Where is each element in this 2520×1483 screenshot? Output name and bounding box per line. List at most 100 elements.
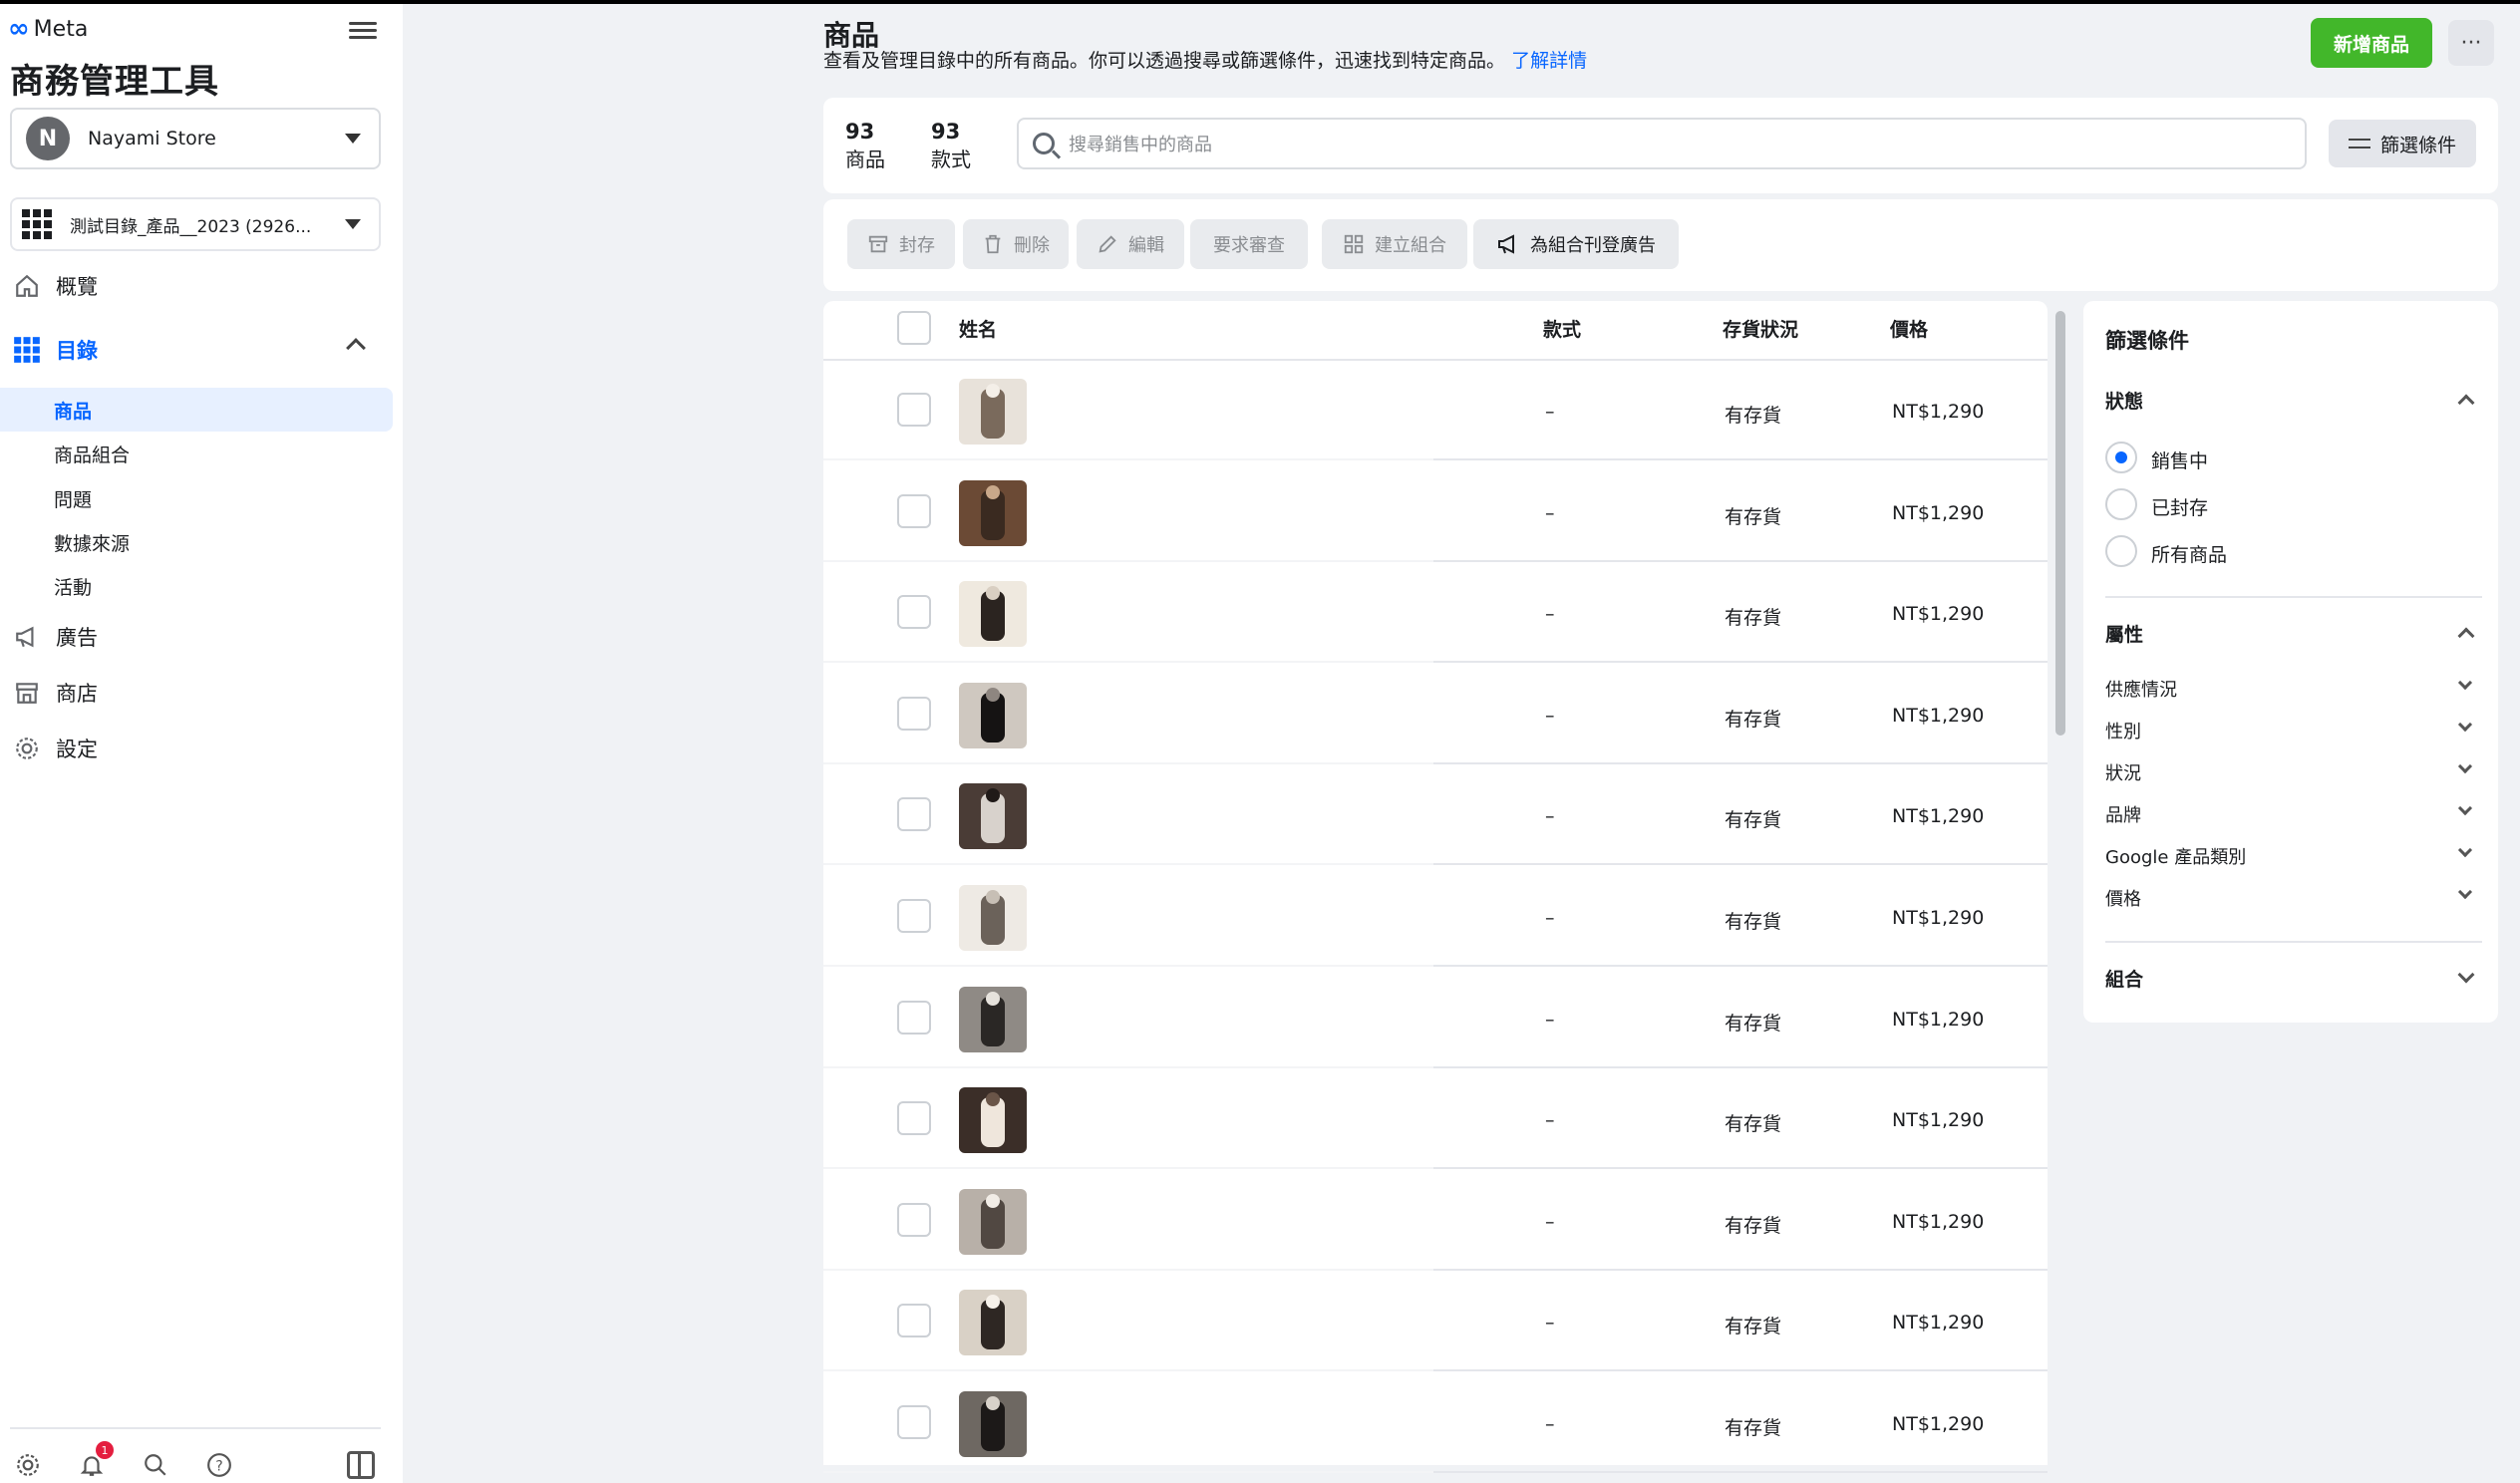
- bell-icon[interactable]: 1: [78, 1441, 114, 1479]
- nav-item-ads[interactable]: 廣告: [0, 612, 403, 662]
- price-cell: NT$1,290: [1892, 1109, 1985, 1131]
- search-input[interactable]: 搜尋銷售中的商品: [1017, 118, 2307, 169]
- product-thumbnail[interactable]: [959, 1087, 1027, 1153]
- attribute-filter-item[interactable]: 價格: [2105, 885, 2141, 911]
- table-row[interactable]: – 有存貨 NT$1,290: [823, 765, 2048, 865]
- column-header-name[interactable]: 姓名: [959, 315, 997, 342]
- help-icon[interactable]: ?: [205, 1451, 233, 1479]
- nav-item-overview[interactable]: 概覽: [0, 261, 403, 311]
- nav-item-settings[interactable]: 設定: [0, 724, 403, 773]
- delete-button[interactable]: 刪除: [963, 219, 1069, 269]
- panel-toggle-icon[interactable]: [347, 1451, 375, 1479]
- price-cell: NT$1,290: [1892, 1312, 1985, 1334]
- product-thumbnail[interactable]: [959, 1189, 1027, 1255]
- page-subtitle-text: 查看及管理目錄中的所有商品。你可以透過搜尋或篩選條件，迅速找到特定商品。: [823, 50, 1506, 72]
- stock-cell: 有存貨: [1725, 809, 1782, 831]
- row-checkbox[interactable]: [897, 697, 931, 731]
- column-header-variant[interactable]: 款式: [1543, 315, 1581, 342]
- row-checkbox[interactable]: [897, 393, 931, 427]
- variant-cell: –: [1545, 1312, 1555, 1334]
- table-row[interactable]: – 有存貨 NT$1,290: [823, 1373, 2048, 1473]
- row-divider: [823, 762, 1433, 764]
- nav-item-shop[interactable]: 商店: [0, 668, 403, 718]
- row-checkbox[interactable]: [897, 797, 931, 831]
- filter-divider: [2105, 941, 2482, 943]
- product-thumbnail[interactable]: [959, 1391, 1027, 1457]
- product-thumbnail[interactable]: [959, 783, 1027, 849]
- sidebar-item-data-sources[interactable]: 數據來源: [0, 520, 393, 564]
- product-thumbnail[interactable]: [959, 683, 1027, 748]
- store-selector[interactable]: N Nayami Store: [10, 108, 381, 169]
- row-divider: [823, 863, 1433, 865]
- select-all-checkbox[interactable]: [897, 311, 931, 345]
- table-row[interactable]: – 有存貨 NT$1,290: [823, 462, 2048, 562]
- variant-cell: –: [1545, 502, 1555, 524]
- filter-section-attributes[interactable]: 屬性: [2105, 620, 2143, 647]
- menu-icon[interactable]: [349, 18, 377, 42]
- table-row[interactable]: – 有存貨 NT$1,290: [823, 1171, 2048, 1271]
- table-row[interactable]: – 有存貨 NT$1,290: [823, 1272, 2048, 1371]
- row-checkbox[interactable]: [897, 1304, 931, 1337]
- row-checkbox[interactable]: [897, 595, 931, 629]
- attribute-filter-item[interactable]: 供應情況: [2105, 676, 2177, 702]
- edit-button[interactable]: 編輯: [1077, 219, 1184, 269]
- settings-gear-icon[interactable]: [14, 1451, 42, 1479]
- search-icon[interactable]: [142, 1451, 169, 1479]
- product-thumbnail[interactable]: [959, 379, 1027, 445]
- row-divider: [1433, 1269, 2048, 1271]
- row-checkbox[interactable]: [897, 494, 931, 528]
- meta-logo[interactable]: ∞ Meta: [8, 14, 88, 44]
- chevron-up-icon[interactable]: [346, 338, 366, 358]
- radio-archived[interactable]: [2105, 488, 2137, 520]
- table-row[interactable]: – 有存貨 NT$1,290: [823, 969, 2048, 1068]
- row-checkbox[interactable]: [897, 1405, 931, 1439]
- row-checkbox[interactable]: [897, 1001, 931, 1035]
- page-subtitle: 查看及管理目錄中的所有商品。你可以透過搜尋或篩選條件，迅速找到特定商品。 了解詳…: [823, 46, 1587, 73]
- sidebar-item-issues[interactable]: 問題: [0, 476, 393, 520]
- product-thumbnail[interactable]: [959, 480, 1027, 546]
- row-checkbox[interactable]: [897, 899, 931, 933]
- attribute-filter-item[interactable]: 性別: [2105, 718, 2141, 743]
- table-scrollbar[interactable]: [2055, 311, 2065, 736]
- column-header-stock[interactable]: 存貨狀況: [1723, 315, 1798, 342]
- learn-more-link[interactable]: 了解詳情: [1511, 50, 1587, 72]
- filter-section-status[interactable]: 狀態: [2105, 387, 2143, 414]
- add-product-button[interactable]: 新增商品: [2311, 18, 2432, 68]
- sidebar-item-product-sets[interactable]: 商品組合: [0, 432, 393, 475]
- sidebar-item-products[interactable]: 商品: [0, 388, 393, 432]
- filter-button[interactable]: 篩選條件: [2329, 120, 2476, 167]
- variant-cell: –: [1545, 1009, 1555, 1031]
- column-header-price[interactable]: 價格: [1890, 315, 1928, 342]
- radio-all-products[interactable]: [2105, 535, 2137, 567]
- table-row[interactable]: – 有存貨 NT$1,290: [823, 867, 2048, 967]
- table-row[interactable]: – 有存貨 NT$1,290: [823, 1069, 2048, 1169]
- table-row[interactable]: – 有存貨 NT$1,290: [823, 665, 2048, 764]
- create-set-button[interactable]: 建立組合: [1322, 219, 1467, 269]
- radio-on-sale[interactable]: [2105, 442, 2137, 473]
- product-thumbnail[interactable]: [959, 885, 1027, 951]
- caret-down-icon: [345, 134, 361, 144]
- more-options-button[interactable]: ···: [2448, 20, 2494, 66]
- request-review-button[interactable]: 要求審查: [1190, 219, 1308, 269]
- product-thumbnail[interactable]: [959, 987, 1027, 1052]
- filter-section-sets[interactable]: 組合: [2105, 965, 2143, 992]
- price-cell: NT$1,290: [1892, 907, 1985, 929]
- sidebar: ∞ Meta 商務管理工具 N Nayami Store 測試目錄_產品__20…: [0, 4, 403, 1483]
- megaphone-icon: [1498, 234, 1514, 254]
- table-row[interactable]: – 有存貨 NT$1,290: [823, 361, 2048, 460]
- row-checkbox[interactable]: [897, 1101, 931, 1135]
- price-cell: NT$1,290: [1892, 805, 1985, 827]
- attribute-filter-item[interactable]: 品牌: [2105, 801, 2141, 827]
- advertise-set-button[interactable]: 為組合刊登廣告: [1473, 219, 1679, 269]
- stock-cell: 有存貨: [1725, 405, 1782, 427]
- attribute-filter-item[interactable]: Google 產品類別: [2105, 843, 2246, 869]
- sidebar-item-events[interactable]: 活動: [0, 564, 393, 608]
- row-checkbox[interactable]: [897, 1203, 931, 1237]
- product-thumbnail[interactable]: [959, 581, 1027, 647]
- archive-button[interactable]: 封存: [847, 219, 955, 269]
- catalog-selector[interactable]: 測試目錄_產品__2023 (2926...: [10, 197, 381, 251]
- attribute-filter-item[interactable]: 狀況: [2105, 759, 2141, 785]
- table-row[interactable]: – 有存貨 NT$1,290: [823, 563, 2048, 663]
- product-thumbnail[interactable]: [959, 1290, 1027, 1355]
- nav-item-catalog[interactable]: 目錄: [0, 325, 403, 375]
